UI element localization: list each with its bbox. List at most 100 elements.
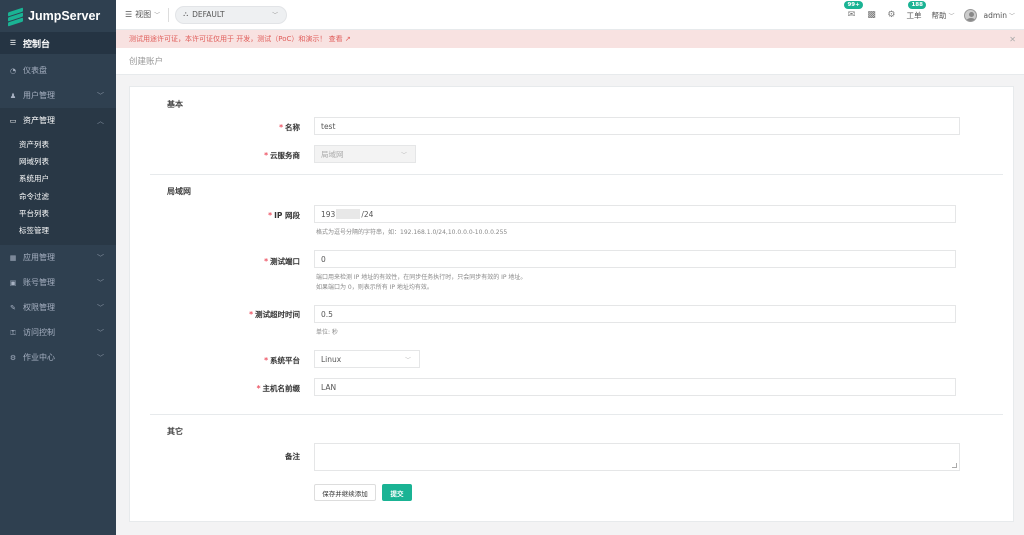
platform-value: Linux	[321, 354, 342, 364]
test-port-help-line-2: 如果端口为 0，则表示所有 IP 地址均有效。	[316, 284, 433, 291]
chevron-down-icon: ﹀	[1008, 12, 1015, 20]
help-dropdown[interactable]: 帮助 ﹀	[931, 10, 954, 21]
sidebar-item-label: 权限管理	[23, 303, 55, 313]
chevron-down-icon: ﹀	[97, 278, 104, 287]
edit-icon: ✎	[10, 303, 16, 312]
inbox-icon: ▭	[9, 116, 17, 125]
avatar	[964, 8, 978, 22]
hostname-prefix-label-text: 主机名前缀	[262, 384, 301, 393]
license-alert: 测试用途许可证，本许可证仅用于 开发，测试（PoC）和演示！ 查看 ↗ ✕	[116, 30, 1024, 48]
sidebar-item-label: 控制台	[23, 39, 51, 50]
page-header: 创建账户	[116, 48, 1024, 75]
sidebar-item-users[interactable]: ♟ 用户管理 ﹀	[0, 83, 116, 108]
cloud-provider-label: * 云服务商	[130, 150, 300, 161]
redaction-mask	[336, 209, 361, 219]
sidebar-item-label: 账号管理	[23, 278, 55, 288]
sidebar-subitem-platforms[interactable]: 平台列表	[0, 205, 116, 222]
ip-range-input[interactable]: 193/24	[314, 205, 956, 223]
sidebar-item-job-center[interactable]: ⚙ 作业中心 ﹀	[0, 345, 116, 370]
tickets-button[interactable]: 工单 188	[906, 0, 926, 21]
sidebar-item-assets[interactable]: ▭ 资产管理 ︿	[0, 108, 116, 133]
speedometer-icon: ◔	[9, 66, 17, 75]
tickets-badge: 188	[908, 0, 926, 9]
sidebar-item-label: 用户管理	[23, 91, 55, 100]
topbar: ☰ 视图 ﹀ ⛬ DEFAULT ﹀ ✉ 99+ ▩ ⚙ 工单 188 帮助 ﹀…	[116, 0, 1024, 30]
required-marker: *	[256, 384, 261, 393]
chevron-down-icon: ﹀	[97, 328, 104, 337]
page-title: 创建账户	[129, 57, 164, 67]
save-and-continue-button[interactable]: 保存并继续添加	[314, 484, 376, 501]
sidebar-item-permissions[interactable]: ✎ 权限管理 ﹀	[0, 295, 116, 320]
name-input[interactable]: test	[314, 117, 960, 135]
chevron-down-icon: ﹀	[97, 253, 104, 262]
sidebar-subitem-system-users[interactable]: 系统用户	[0, 170, 116, 187]
required-marker: *	[279, 123, 283, 132]
organization-label: DEFAULT	[192, 10, 225, 19]
test-timeout-label: * 测试超时时间	[130, 309, 300, 320]
sitemap-icon: ⛬	[183, 10, 189, 18]
gear-icon: ⚙	[887, 10, 896, 20]
cloud-provider-value: 局域网	[321, 149, 344, 159]
submit-button[interactable]: 提交	[382, 484, 412, 501]
close-icon[interactable]: ✕	[1009, 35, 1016, 44]
gear-icon: ⚙	[9, 353, 17, 362]
dashboard-icon: ☰	[9, 39, 17, 47]
test-timeout-label-text: 测试超时时间	[255, 310, 300, 319]
cloud-provider-select[interactable]: 局域网 ﹀	[314, 145, 416, 163]
sidebar-item-label: 访问控制	[23, 328, 55, 338]
organization-select[interactable]: ⛬ DEFAULT ﹀	[175, 5, 288, 24]
required-marker: *	[264, 356, 268, 365]
mail-button[interactable]: ✉ 99+	[844, 1, 863, 20]
divider	[150, 414, 1003, 415]
comment-textarea[interactable]	[314, 443, 960, 471]
sidebar-item-label: 作业中心	[23, 353, 55, 363]
comment-label: 备注	[130, 451, 300, 462]
logo[interactable]: JumpServer	[0, 0, 116, 32]
ip-range-suffix: /24	[361, 209, 374, 219]
hostname-prefix-input[interactable]: LAN	[314, 378, 956, 396]
license-alert-text[interactable]: 测试用途许可证，本许可证仅用于 开发，测试（PoC）和演示！ 查看 ↗	[129, 34, 351, 44]
sidebar-item-overview[interactable]: ◔ 仪表盘	[0, 58, 116, 83]
chevron-down-icon: ﹀	[97, 91, 104, 100]
view-switch-button[interactable]: ☰ 视图 ﹀	[125, 9, 160, 20]
test-port-label: * 测试端口	[130, 256, 300, 267]
hostname-prefix-label: * 主机名前缀	[130, 383, 300, 394]
jumpserver-logo-icon	[8, 7, 23, 26]
user-label: admin	[983, 10, 1007, 20]
view-label: 视图	[135, 10, 152, 19]
chevron-down-icon: ﹀	[400, 152, 407, 159]
resize-handle[interactable]	[952, 463, 957, 468]
test-port-value: 0	[321, 254, 326, 264]
help-label: 帮助	[931, 10, 947, 20]
chevron-down-icon: ﹀	[154, 12, 161, 19]
chevron-up-icon: ︿	[97, 116, 104, 125]
name-label-text: 名称	[285, 123, 300, 132]
sidebar-subitem-labels[interactable]: 标签管理	[0, 222, 116, 239]
required-marker: *	[264, 257, 268, 266]
web-terminal-button[interactable]: ▩	[866, 10, 876, 20]
test-port-input[interactable]: 0	[314, 250, 956, 268]
required-marker: *	[268, 211, 273, 220]
settings-button[interactable]: ⚙	[886, 10, 896, 20]
sidebar-item-accounts[interactable]: ▣ 账号管理 ﹀	[0, 270, 116, 295]
section-title-other: 其它	[167, 427, 183, 436]
form-card: 基本 * 名称 test * 云服务商 局域网 ﹀ 局域网 * IP 网段 193/24…	[129, 86, 1014, 522]
tickets-label: 工单	[906, 10, 922, 20]
platform-select[interactable]: Linux ﹀	[314, 350, 420, 368]
section-title-basic: 基本	[167, 100, 183, 109]
ip-range-label-text: IP 网段	[274, 211, 300, 220]
ip-range-prefix: 193	[321, 209, 336, 219]
user-menu[interactable]: admin ﹀	[964, 8, 1015, 22]
sidebar-item-dashboard-home[interactable]: ☰ 控制台	[0, 32, 116, 54]
test-timeout-input[interactable]: 0.5	[314, 305, 956, 323]
sidebar-item-label: 资产管理	[23, 116, 55, 125]
sidebar-subitem-domain-list[interactable]: 网域列表	[0, 153, 116, 170]
sidebar: JumpServer ☰ 控制台 ◔ 仪表盘 ♟ 用户管理 ﹀ ▭ 资产管理 ︿…	[0, 0, 116, 535]
topbar-right: ✉ 99+ ▩ ⚙ 工单 188 帮助 ﹀ admin ﹀	[844, 0, 1024, 30]
sidebar-item-applications[interactable]: ▦ 应用管理 ﹀	[0, 245, 116, 270]
sidebar-subitem-asset-list[interactable]: 资产列表	[0, 136, 116, 153]
chevron-down-icon: ﹀	[97, 303, 104, 312]
sidebar-subitem-command-filters[interactable]: 命令过滤	[0, 188, 116, 205]
id-card-icon: ▣	[9, 278, 17, 287]
sidebar-item-access-control[interactable]: ⚿ 访问控制 ﹀	[0, 320, 116, 345]
